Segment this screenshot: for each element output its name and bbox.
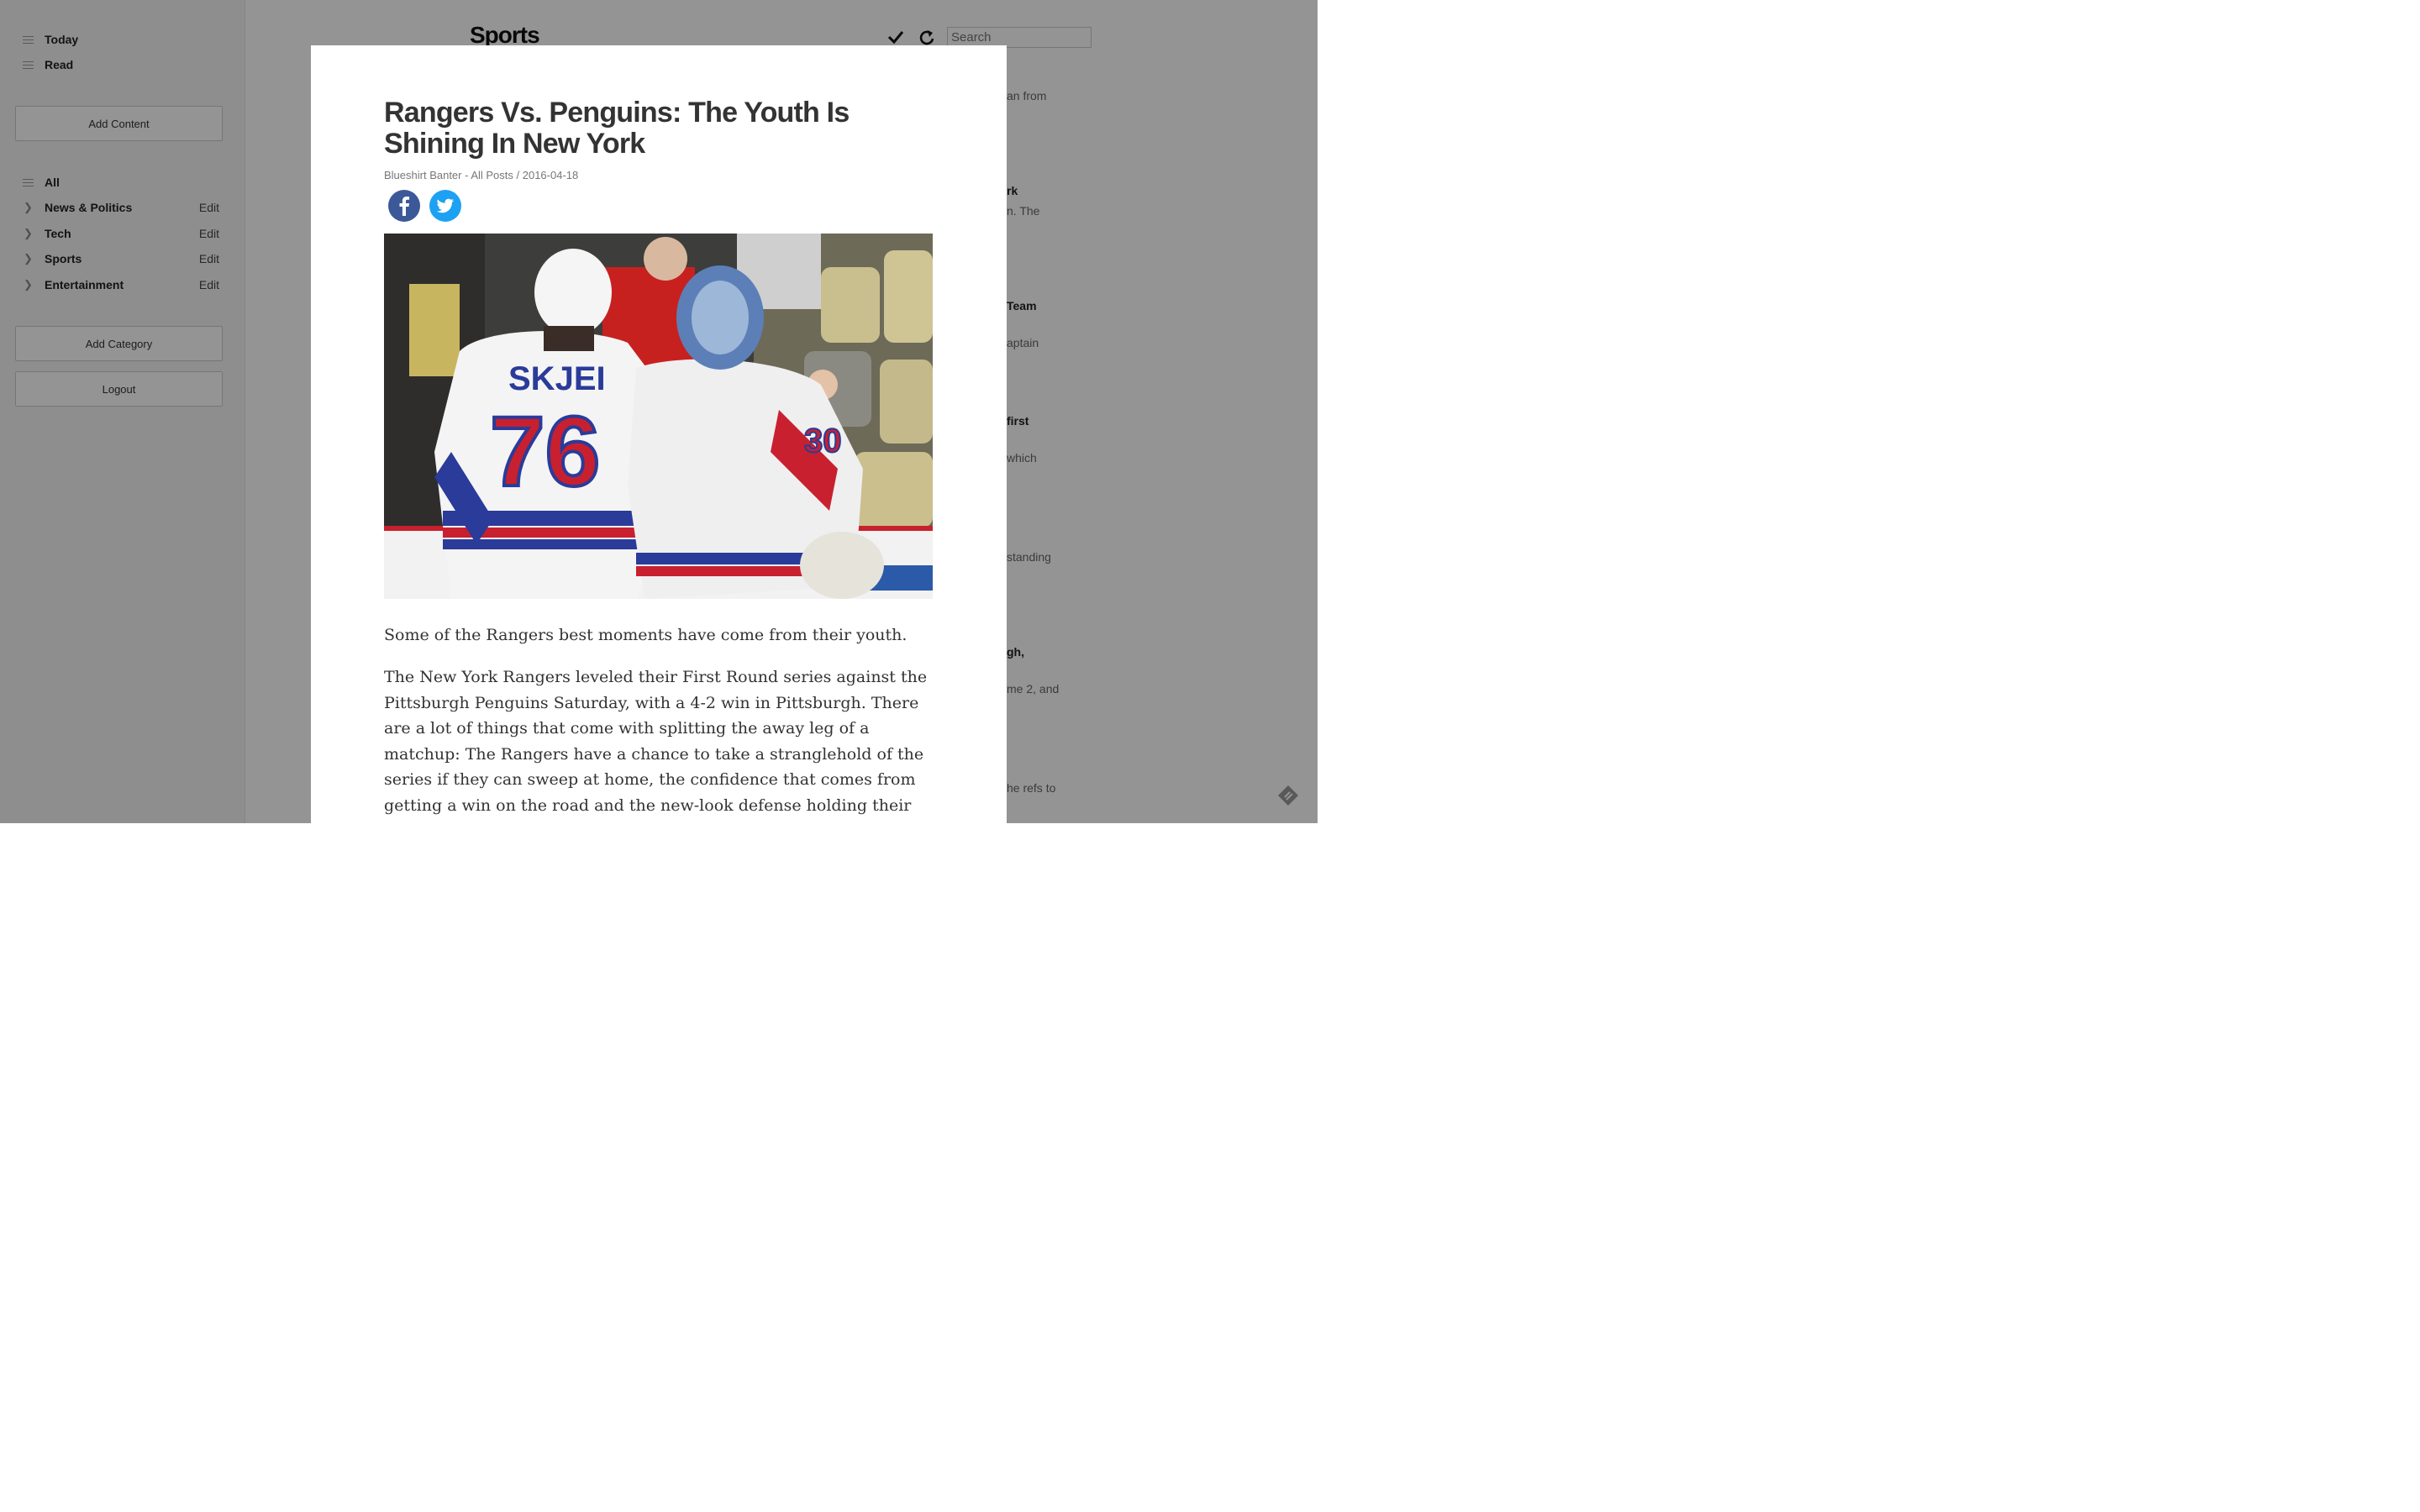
jersey-number: 76 [490,396,600,507]
article-title[interactable]: Rangers Vs. Penguins: The Youth Is Shini… [384,97,939,160]
jersey-name: SKJEI [508,360,606,397]
article-meta[interactable]: Blueshirt Banter - All Posts / 2016-04-1… [384,169,578,181]
article-modal: Rangers Vs. Penguins: The Youth Is Shini… [311,45,1007,823]
article-paragraph: Some of the Rangers best moments have co… [384,626,908,644]
goalie-number: 30 [804,423,842,459]
facebook-icon[interactable] [388,190,420,222]
article-paragraph: The New York Rangers leveled their First… [384,668,928,823]
hero-image[interactable]: SKJEI 76 30 [384,234,933,599]
twitter-icon[interactable] [429,190,461,222]
